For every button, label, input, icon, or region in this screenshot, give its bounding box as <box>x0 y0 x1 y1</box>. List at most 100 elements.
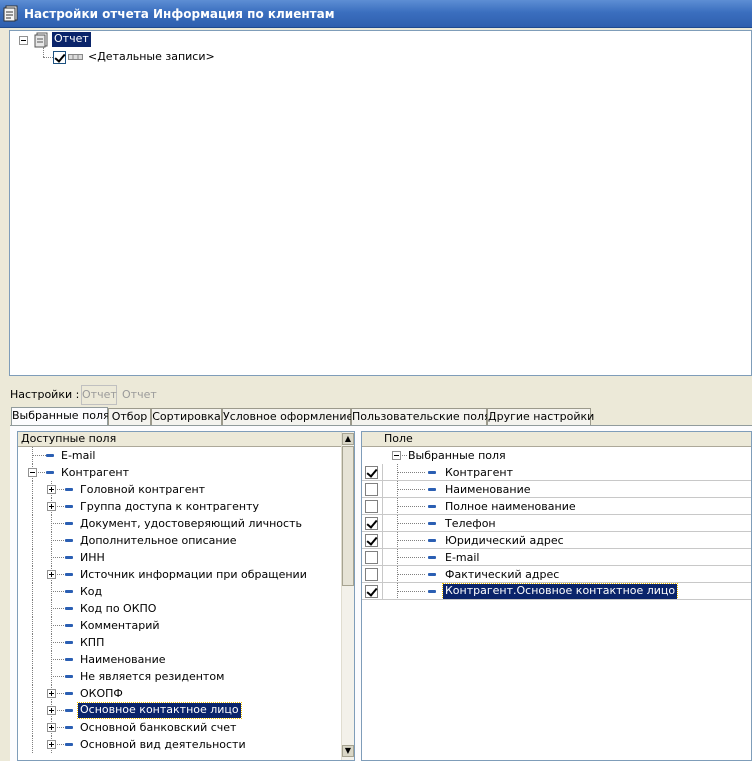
field-label: Наименование <box>80 653 166 666</box>
field-label: Основной вид деятельности <box>80 738 246 751</box>
field-icon <box>65 726 73 729</box>
field-label: ИНН <box>80 551 105 564</box>
collapse-icon[interactable] <box>392 451 401 460</box>
field-label: Юридический адрес <box>445 534 564 547</box>
field-checkbox[interactable] <box>365 483 378 496</box>
report-settings-icon <box>3 5 18 22</box>
field-label: Наименование <box>445 483 531 496</box>
field-checkbox[interactable] <box>365 466 378 479</box>
window-title-bar[interactable]: Настройки отчета Информация по клиентам <box>0 0 752 28</box>
table-row[interactable]: Полное наименование <box>362 498 751 515</box>
list-item[interactable]: Код <box>18 583 340 600</box>
field-checkbox[interactable] <box>365 517 378 530</box>
available-fields-tree[interactable]: Доступные поля E-mail Контрагент Головной … <box>17 431 355 761</box>
list-item[interactable]: Группа доступа к контрагенту <box>18 498 340 515</box>
list-item[interactable]: Наименование <box>18 651 340 668</box>
tree-connector <box>32 685 33 702</box>
expand-icon[interactable] <box>47 502 56 511</box>
expand-icon[interactable] <box>47 723 56 732</box>
field-checkbox[interactable] <box>365 534 378 547</box>
available-fields-list: E-mail Контрагент Головной контрагент Групп… <box>18 447 340 760</box>
field-icon <box>428 522 436 525</box>
expand-icon[interactable] <box>47 570 56 579</box>
field-checkbox[interactable] <box>365 551 378 564</box>
report-root-node[interactable]: Отчет <box>52 32 91 47</box>
selected-fields-header[interactable]: Поле <box>362 432 751 447</box>
available-fields-scrollbar[interactable]: ▲ ▼ <box>341 432 354 760</box>
selected-fields-tree[interactable]: Поле Выбранные поля Контрагент Наименовани… <box>361 431 752 761</box>
field-icon <box>428 539 436 542</box>
tree-connector <box>397 557 425 558</box>
selected-fields-root[interactable]: Выбранные поля <box>362 447 751 464</box>
list-item[interactable]: ОКОПФ <box>18 685 340 702</box>
expand-icon[interactable] <box>47 485 56 494</box>
list-item[interactable]: Не является резидентом <box>18 668 340 685</box>
field-label: Код <box>80 585 103 598</box>
collapse-icon[interactable] <box>19 36 28 45</box>
list-item[interactable]: Источник информации при обращении <box>18 566 340 583</box>
settings-label: Настройки : <box>10 388 80 401</box>
field-icon <box>65 522 73 525</box>
table-row[interactable]: Контрагент.Основное контактное лицо <box>362 583 751 600</box>
selected-fields-list: Выбранные поля Контрагент Наименование Полн… <box>362 447 751 607</box>
list-item[interactable]: Комментарий <box>18 617 340 634</box>
table-row[interactable]: Контрагент <box>362 464 751 481</box>
scroll-up-icon[interactable]: ▲ <box>342 433 354 445</box>
field-checkbox[interactable] <box>365 500 378 513</box>
table-row[interactable]: Юридический адрес <box>362 532 751 549</box>
collapse-icon[interactable] <box>28 468 37 477</box>
table-row[interactable]: Фактический адрес <box>362 566 751 583</box>
tree-connector <box>57 693 64 694</box>
field-icon <box>65 743 73 746</box>
table-row[interactable]: Телефон <box>362 515 751 532</box>
table-row[interactable]: Наименование <box>362 481 751 498</box>
detail-records-checkbox[interactable] <box>53 51 66 64</box>
field-label: Полное наименование <box>445 500 576 513</box>
list-item[interactable]: КПП <box>18 634 340 651</box>
tab-filter[interactable]: Отбор <box>108 408 151 426</box>
settings-report-button[interactable]: Отчет <box>81 385 117 405</box>
available-fields-header[interactable]: Доступные поля <box>18 432 354 447</box>
tree-connector <box>32 651 33 668</box>
list-item[interactable]: Основной вид деятельности <box>18 736 340 753</box>
tree-connector <box>397 574 425 575</box>
field-checkbox[interactable] <box>365 568 378 581</box>
list-item[interactable]: E-mail <box>18 447 340 464</box>
list-item[interactable]: Дополнительное описание <box>18 532 340 549</box>
expand-icon[interactable] <box>47 740 56 749</box>
field-label: Основной банковский счет <box>80 721 237 734</box>
field-label: Контрагент <box>61 466 130 479</box>
table-row[interactable]: E-mail <box>362 549 751 566</box>
report-structure-tree[interactable]: Отчет <Детальные записи> <box>9 30 752 376</box>
list-item[interactable]: Код по ОКПО <box>18 600 340 617</box>
field-icon <box>65 624 73 627</box>
field-checkbox[interactable] <box>365 585 378 598</box>
field-icon <box>65 641 73 644</box>
list-item[interactable]: Контрагент <box>18 464 340 481</box>
detail-records-node[interactable]: <Детальные записи> <box>88 50 215 63</box>
field-icon <box>65 658 73 661</box>
list-item[interactable]: ИНН <box>18 549 340 566</box>
list-item[interactable]: Основное контактное лицо <box>18 702 340 719</box>
tree-connector <box>32 600 33 617</box>
field-label: Комментарий <box>80 619 160 632</box>
tree-connector <box>51 608 64 609</box>
list-item[interactable]: Основной банковский счет <box>18 719 340 736</box>
list-item[interactable]: Головной контрагент <box>18 481 340 498</box>
tab-selected-fields[interactable]: Выбранные поля <box>11 407 110 427</box>
tree-connector <box>32 455 46 456</box>
scroll-thumb[interactable] <box>342 446 354 586</box>
tab-conditional-formatting[interactable]: Условное оформление <box>222 408 353 426</box>
tab-other-settings[interactable]: Другие настройки <box>487 408 594 426</box>
tab-user-fields[interactable]: Пользовательские поля <box>351 408 491 426</box>
tab-sort[interactable]: Сортировка <box>151 408 222 426</box>
row-divider <box>362 599 751 600</box>
field-icon <box>428 590 436 593</box>
list-item[interactable]: Документ, удостоверяющий личность <box>18 515 340 532</box>
scroll-down-icon[interactable]: ▼ <box>342 745 354 757</box>
expand-icon[interactable] <box>47 689 56 698</box>
tree-connector <box>32 481 33 498</box>
tree-connector <box>32 617 33 634</box>
expand-icon[interactable] <box>47 706 56 715</box>
tree-connector <box>57 744 64 745</box>
